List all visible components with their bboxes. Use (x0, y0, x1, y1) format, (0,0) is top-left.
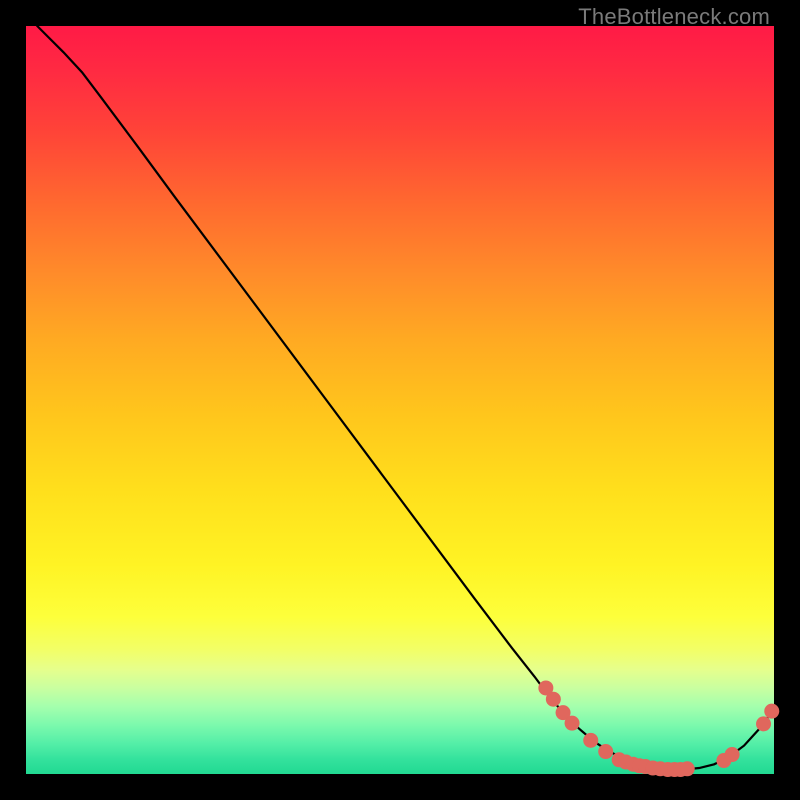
bottleneck-curve (37, 26, 774, 770)
data-point (756, 716, 771, 731)
data-point (764, 704, 779, 719)
data-point-markers (538, 680, 779, 777)
data-point (565, 716, 580, 731)
chart-overlay (26, 26, 774, 774)
data-point (546, 692, 561, 707)
data-point (598, 744, 613, 759)
data-point (680, 761, 695, 776)
data-point (583, 733, 598, 748)
data-point (725, 747, 740, 762)
